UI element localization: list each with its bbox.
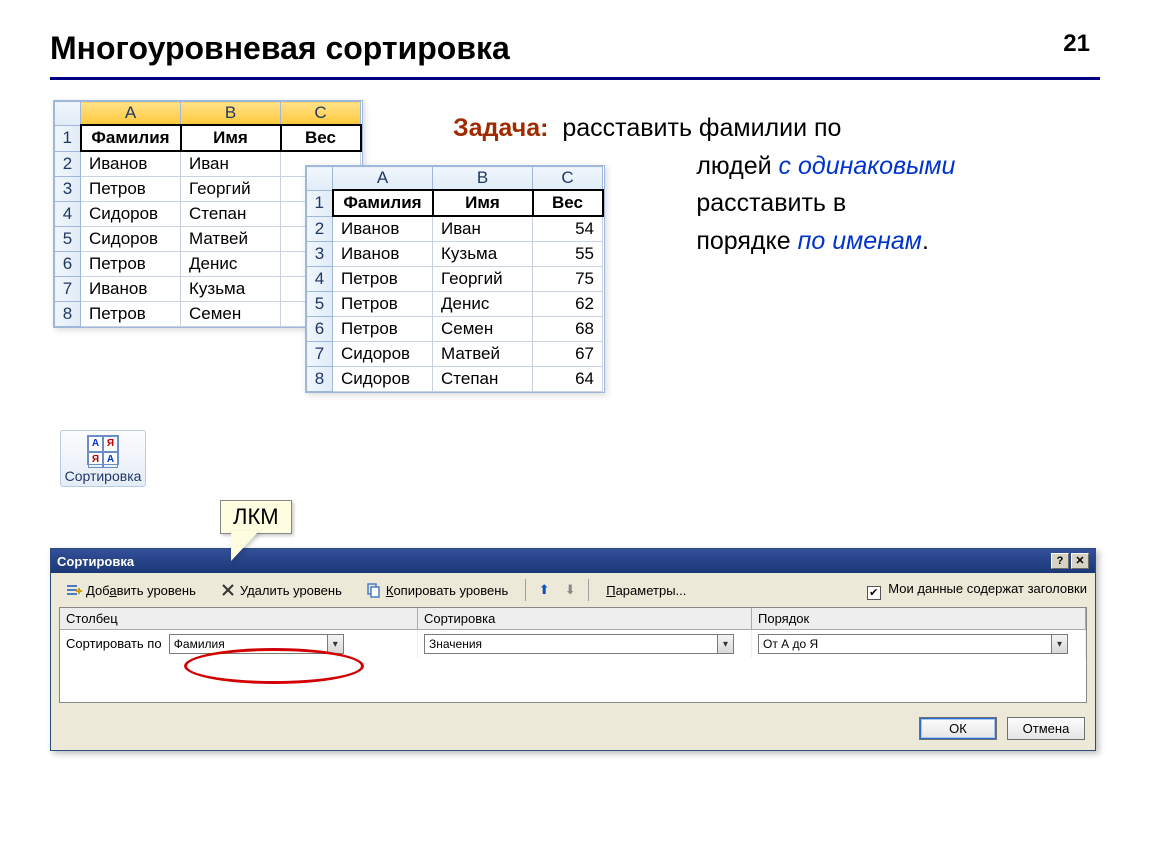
dialog-toolbar: Добавить уровень Удалить уровень Копиров…	[51, 573, 1095, 607]
has-headers-checkbox[interactable]: ✔ Мои данные содержат заголовки	[867, 581, 1087, 600]
sort-field-combo[interactable]: Фамилия	[169, 634, 344, 654]
dialog-footer: ОК Отмена	[51, 711, 1095, 750]
help-button[interactable]: ?	[1051, 553, 1069, 569]
row-header[interactable]: 6	[55, 252, 81, 277]
cell[interactable]: Петров	[333, 292, 433, 317]
corner-cell[interactable]	[307, 167, 333, 191]
col-header[interactable]: A	[333, 167, 433, 191]
cell[interactable]: Георгий	[433, 267, 533, 292]
copy-level-button[interactable]: Копировать уровень	[359, 579, 515, 601]
sort-order-combo[interactable]: От А до Я	[758, 634, 1068, 654]
page-title: Многоуровневая сортировка	[50, 30, 1100, 67]
cell[interactable]: Кузьма	[181, 277, 281, 302]
row-header[interactable]: 3	[55, 177, 81, 202]
separator	[588, 579, 589, 601]
copy-icon	[366, 582, 382, 598]
row-header[interactable]: 7	[55, 277, 81, 302]
cell[interactable]: Степан	[433, 367, 533, 392]
row-header[interactable]: 2	[307, 216, 333, 242]
row-header[interactable]: 2	[55, 151, 81, 177]
move-up-button[interactable]: ⬆	[536, 582, 552, 598]
add-level-icon	[66, 582, 82, 598]
sort-on-combo[interactable]: Значения	[424, 634, 734, 654]
task-label: Задача:	[453, 114, 548, 142]
row-header[interactable]: 5	[307, 292, 333, 317]
params-button[interactable]: Параметры...	[599, 580, 693, 601]
dialog-title: Сортировка	[57, 554, 134, 569]
cell[interactable]: Иванов	[333, 242, 433, 267]
cell[interactable]: Фамилия	[81, 125, 181, 151]
cell[interactable]: Петров	[81, 302, 181, 327]
delete-level-button[interactable]: Удалить уровень	[213, 579, 349, 601]
col-header[interactable]: B	[181, 102, 281, 126]
cancel-button[interactable]: Отмена	[1007, 717, 1085, 740]
cell[interactable]: Фамилия	[333, 190, 433, 216]
grid-col-header: Столбец	[60, 608, 418, 630]
sort-icon: АЯ ЯА	[87, 435, 119, 465]
sort-ribbon-button[interactable]: АЯ ЯА Сортировка	[60, 430, 146, 487]
row-header[interactable]: 5	[55, 227, 81, 252]
title-rule	[50, 77, 1100, 80]
cell[interactable]: 67	[533, 342, 603, 367]
cell[interactable]: Иван	[181, 151, 281, 177]
cell[interactable]: Сидоров	[81, 202, 181, 227]
cell[interactable]: Иванов	[81, 151, 181, 177]
col-header[interactable]: A	[81, 102, 181, 126]
cell[interactable]: Матвей	[181, 227, 281, 252]
close-button[interactable]: ✕	[1071, 553, 1089, 569]
cell[interactable]: Петров	[81, 177, 181, 202]
cell[interactable]: Денис	[181, 252, 281, 277]
row-header[interactable]: 3	[307, 242, 333, 267]
sort-button-label: Сортировка	[63, 468, 143, 484]
row-header[interactable]: 6	[307, 317, 333, 342]
dialog-titlebar[interactable]: Сортировка ? ✕	[51, 549, 1095, 573]
move-down-button[interactable]: ⬇	[562, 582, 578, 598]
col-header[interactable]: C	[281, 102, 361, 126]
sort-dialog: Сортировка ? ✕ Добавить уровень Удалить …	[50, 548, 1096, 751]
cell[interactable]: Денис	[433, 292, 533, 317]
sort-by-label: Сортировать по	[66, 636, 162, 651]
cell[interactable]: Имя	[181, 125, 281, 151]
page-number: 21	[1063, 30, 1090, 58]
cell[interactable]: Петров	[81, 252, 181, 277]
cell[interactable]: Сидоров	[333, 367, 433, 392]
row-header[interactable]: 8	[55, 302, 81, 327]
cell[interactable]: 62	[533, 292, 603, 317]
cell[interactable]: Семен	[181, 302, 281, 327]
cell[interactable]: Иванов	[81, 277, 181, 302]
cell[interactable]: 75	[533, 267, 603, 292]
separator	[525, 579, 526, 601]
grid-col-header: Порядок	[752, 608, 1086, 630]
cell[interactable]: Сидоров	[333, 342, 433, 367]
cell[interactable]: Вес	[281, 125, 361, 151]
row-header[interactable]: 7	[307, 342, 333, 367]
row-header[interactable]: 4	[307, 267, 333, 292]
grid-col-header: Сортировка	[418, 608, 752, 630]
cell[interactable]: Петров	[333, 317, 433, 342]
cell[interactable]: Иванов	[333, 216, 433, 242]
ok-button[interactable]: ОК	[919, 717, 997, 740]
cell[interactable]: Георгий	[181, 177, 281, 202]
cell[interactable]: 68	[533, 317, 603, 342]
callout-lkm: ЛКМ	[220, 500, 292, 534]
cell[interactable]: Матвей	[433, 342, 533, 367]
delete-icon	[220, 582, 236, 598]
row-header[interactable]: 4	[55, 202, 81, 227]
cell[interactable]: 64	[533, 367, 603, 392]
corner-cell[interactable]	[55, 102, 81, 126]
cell[interactable]: Сидоров	[81, 227, 181, 252]
add-level-button[interactable]: Добавить уровень	[59, 579, 203, 601]
cell[interactable]: Семен	[433, 317, 533, 342]
row-header[interactable]: 8	[307, 367, 333, 392]
checkbox-icon: ✔	[867, 586, 881, 600]
cell[interactable]: Петров	[333, 267, 433, 292]
task-text: Задача: расставить фамилии по аааааааааа…	[453, 110, 1133, 260]
row-header[interactable]: 1	[307, 190, 333, 216]
row-header[interactable]: 1	[55, 125, 81, 151]
sort-levels-grid: Столбец Сортировка Порядок Сортировать п…	[59, 607, 1087, 703]
cell[interactable]: Степан	[181, 202, 281, 227]
